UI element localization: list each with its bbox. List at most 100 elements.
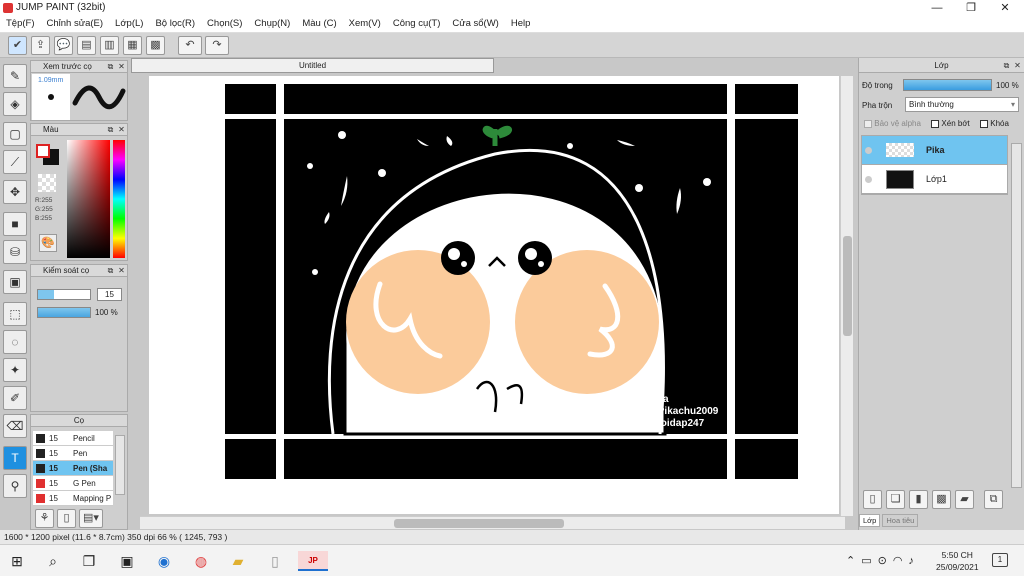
magic-wand-tool-icon[interactable]: ✦ <box>3 358 27 382</box>
menu-select[interactable]: Chọn(S) <box>201 16 248 31</box>
line-tool-icon[interactable]: ⟋ <box>3 150 27 174</box>
redo-icon[interactable]: ↷ <box>205 36 229 55</box>
check-icon[interactable]: ✔ <box>8 36 27 55</box>
brush-tool-icon[interactable]: ✎ <box>3 64 27 88</box>
horizontal-scroll-thumb[interactable] <box>394 519 564 528</box>
text-tool-icon[interactable]: T <box>3 446 27 470</box>
lasso-tool-icon[interactable]: ◌ <box>3 330 27 354</box>
saturation-value-picker[interactable] <box>67 140 110 258</box>
file-explorer-icon[interactable]: ▰ <box>227 551 249 571</box>
layer-row[interactable]: Pika <box>862 136 1007 165</box>
add-brush-icon[interactable]: ⚘ <box>35 509 54 528</box>
comment2-icon[interactable]: ▤ <box>77 36 96 55</box>
close-icon[interactable]: ✕ <box>117 125 126 134</box>
close-button[interactable]: ✕ <box>988 0 1022 16</box>
chrome-icon[interactable]: ◍ <box>190 551 212 571</box>
move-tool-icon[interactable]: ✥ <box>3 180 27 204</box>
select-pen-tool-icon[interactable]: ✐ <box>3 386 27 410</box>
restore-icon[interactable]: ⧉ <box>106 266 115 275</box>
page2-icon[interactable]: ▦ <box>123 36 142 55</box>
rect-tool-icon[interactable]: ▢ <box>3 122 27 146</box>
jump-paint-app-icon[interactable]: JP <box>298 551 328 571</box>
layer-pattern-icon[interactable]: ▩ <box>932 490 951 509</box>
hue-slider[interactable] <box>113 140 125 258</box>
list-item[interactable]: 15 Pen <box>33 446 113 461</box>
tab-layers[interactable]: Lớp <box>859 514 881 527</box>
undo-icon[interactable]: ↶ <box>178 36 202 55</box>
brush-opacity-slider[interactable] <box>37 307 91 318</box>
foreground-color-swatch[interactable] <box>36 144 50 158</box>
menu-file[interactable]: Tệp(F) <box>0 16 41 31</box>
new-layer-icon[interactable]: ▯ <box>863 490 882 509</box>
clip-checkbox[interactable] <box>931 119 940 128</box>
maximize-button[interactable]: ❐ <box>954 0 988 16</box>
red-value: R:255 <box>35 197 53 204</box>
restore-icon[interactable]: ⧉ <box>1002 61 1011 70</box>
select-eraser-tool-icon[interactable]: ⌫ <box>3 414 27 438</box>
eraser-tool-icon[interactable]: ◈ <box>3 92 27 116</box>
menu-tools[interactable]: Công cụ(T) <box>387 16 447 31</box>
grid-icon[interactable]: ▩ <box>146 36 165 55</box>
windows-start-icon[interactable]: ⊞ <box>6 551 28 571</box>
vertical-scrollbar[interactable] <box>840 76 853 516</box>
menu-view[interactable]: Xem(V) <box>343 16 387 31</box>
export-icon[interactable]: ⇪ <box>31 36 50 55</box>
document-tab[interactable]: Untitled <box>131 58 494 73</box>
layer-settings-icon[interactable]: ⧉ <box>984 490 1003 509</box>
menu-edit[interactable]: Chỉnh sửa(E) <box>41 16 110 31</box>
new-brush-icon[interactable]: ▯ <box>57 509 76 528</box>
menu-color[interactable]: Màu (C) <box>296 16 342 31</box>
select-rect-tool-icon[interactable]: ⬚ <box>3 302 27 326</box>
edge-icon[interactable]: ◉ <box>153 551 175 571</box>
palette-icon[interactable]: 🎨 <box>39 234 57 252</box>
copy-layer-icon[interactable]: ❏ <box>886 490 905 509</box>
blend-mode-select[interactable]: Bình thường ▾ <box>905 97 1019 112</box>
list-item-selected[interactable]: 15 Pen (Sha <box>33 461 113 476</box>
minimize-button[interactable]: — <box>920 0 954 16</box>
merge-layer-icon[interactable]: ▮ <box>909 490 928 509</box>
list-item[interactable]: 15 Pencil <box>33 431 113 446</box>
menu-layer[interactable]: Lớp(L) <box>109 16 149 31</box>
menu-help[interactable]: Help <box>505 16 537 31</box>
bucket-tool-icon[interactable]: ⛁ <box>3 240 27 264</box>
eye-icon[interactable] <box>865 147 872 154</box>
restore-icon[interactable]: ⧉ <box>106 62 115 71</box>
system-tray-icons[interactable]: ⌃▭⊙◠♪ <box>846 554 920 567</box>
list-item[interactable]: 15 G Pen <box>33 476 113 491</box>
vertical-scroll-thumb[interactable] <box>843 236 852 336</box>
tab-navigator[interactable]: Hoa tiêu <box>882 514 919 527</box>
horizontal-scrollbar[interactable] <box>140 516 845 529</box>
brush-list-scrollbar[interactable] <box>115 435 125 495</box>
document-icon[interactable]: ▯ <box>264 551 286 571</box>
store-icon[interactable]: ▣ <box>116 551 138 571</box>
close-icon[interactable]: ✕ <box>117 62 126 71</box>
brush-menu-icon[interactable]: ▤▾ <box>79 509 103 528</box>
menu-capture[interactable]: Chụp(N) <box>248 16 296 31</box>
menu-window[interactable]: Cửa sổ(W) <box>446 16 504 31</box>
notification-icon[interactable]: 1 <box>992 553 1008 567</box>
artwork[interactable]: Pika @Pikachu2009 #Hoidap247 <box>225 84 798 479</box>
brush-size-slider[interactable] <box>37 289 91 300</box>
layer-opacity-slider[interactable] <box>903 79 992 91</box>
brush-size-input[interactable]: 15 <box>97 288 122 301</box>
clock[interactable]: 5:50 CH 25/09/2021 <box>936 549 979 573</box>
lock-checkbox[interactable] <box>980 119 989 128</box>
transparent-color-swatch[interactable] <box>38 174 56 192</box>
restore-icon[interactable]: ⧉ <box>106 125 115 134</box>
menu-filter[interactable]: Bộ lọc(R) <box>149 16 201 31</box>
layer-row[interactable]: Lớp1 <box>862 165 1007 194</box>
close-icon[interactable]: ✕ <box>1013 61 1022 70</box>
page-icon[interactable]: ▥ <box>100 36 119 55</box>
eye-icon[interactable] <box>865 176 872 183</box>
task-view-icon[interactable]: ❐ <box>78 551 100 571</box>
folder-icon[interactable]: ▰ <box>955 490 974 509</box>
gradient-tool-icon[interactable]: ▣ <box>3 270 27 294</box>
layer-list-scrollbar[interactable] <box>1011 143 1022 488</box>
protect-alpha-checkbox[interactable] <box>864 119 872 128</box>
close-icon[interactable]: ✕ <box>117 266 126 275</box>
comment-icon[interactable]: 💬 <box>54 36 73 55</box>
dropper-tool-icon[interactable]: ⚲ <box>3 474 27 498</box>
list-item[interactable]: 15 Mapping P <box>33 491 113 506</box>
fill-rect-tool-icon[interactable]: ■ <box>3 212 27 236</box>
search-icon[interactable]: ⌕ <box>42 551 64 571</box>
